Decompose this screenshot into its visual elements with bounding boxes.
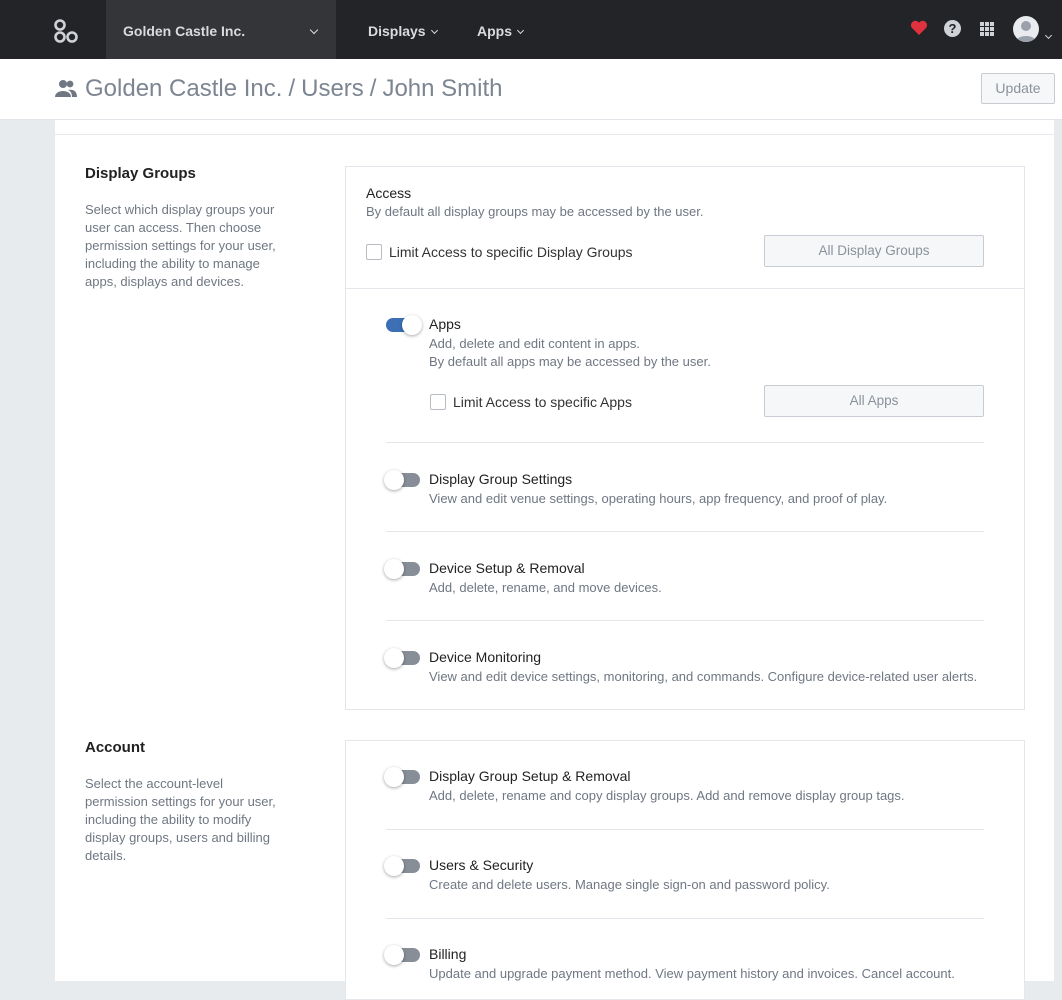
breadcrumb-user-name: John Smith xyxy=(382,75,503,102)
account-card: Display Group Setup & Removal Add, delet… xyxy=(345,740,1025,1000)
access-title: Access xyxy=(366,185,412,201)
permission-users-security: Users & Security Create and delete users… xyxy=(384,856,986,897)
limit-display-groups-checkbox[interactable] xyxy=(366,244,382,260)
permission-title: Display Group Setup & Removal xyxy=(429,768,631,784)
display-groups-description: Select which display groups your user ca… xyxy=(85,202,276,289)
chevron-down-icon xyxy=(309,25,319,35)
divider xyxy=(386,531,984,532)
permission-title: Display Group Settings xyxy=(429,471,573,487)
nav-apps-menu[interactable]: Apps xyxy=(477,23,525,39)
breadcrumb-users[interactable]: Users xyxy=(301,75,364,102)
scrollbar-track[interactable] xyxy=(1054,120,1062,981)
top-navbar: Golden Castle Inc. Displays Apps ? xyxy=(0,0,1062,59)
org-switcher[interactable]: Golden Castle Inc. xyxy=(106,0,336,59)
permission-title: Users & Security xyxy=(429,857,534,873)
permission-apps: Apps Add, delete and edit content in app… xyxy=(386,315,986,417)
help-icon[interactable]: ? xyxy=(944,20,961,37)
permission-device-setup-removal: Device Setup & Removal Add, delete, rena… xyxy=(384,559,986,600)
permission-description-line: By default all apps may be accessed by t… xyxy=(429,354,711,369)
access-description: By default all display groups may be acc… xyxy=(366,204,704,219)
divider xyxy=(386,620,984,621)
apps-toggle[interactable] xyxy=(386,315,422,335)
nav-displays-menu[interactable]: Displays xyxy=(368,23,438,39)
org-switcher-label: Golden Castle Inc. xyxy=(123,23,246,39)
permission-description: Create and delete users. Manage single s… xyxy=(429,877,830,892)
permission-description: Add, delete and edit content in apps. By… xyxy=(429,335,711,371)
nav-displays-label: Displays xyxy=(368,23,426,39)
logo-icon[interactable] xyxy=(0,0,106,59)
page-header: Golden Castle Inc. / Users / John Smith Upda… xyxy=(0,59,1062,120)
permission-display-group-settings: Display Group Settings View and edit ven… xyxy=(384,470,986,511)
heart-icon[interactable] xyxy=(910,20,928,41)
users-icon xyxy=(54,79,78,102)
chevron-down-icon[interactable] xyxy=(1044,25,1053,43)
permission-description: Update and upgrade payment method. View … xyxy=(429,966,955,981)
device-monitoring-toggle[interactable] xyxy=(384,648,420,668)
limit-apps-label[interactable]: Limit Access to specific Apps xyxy=(453,394,632,410)
account-title: Account xyxy=(85,739,145,756)
limit-apps-checkbox[interactable] xyxy=(430,394,446,410)
permission-description-line: Add, delete and edit content in apps. xyxy=(429,336,641,351)
app-grid-icon[interactable] xyxy=(980,22,994,36)
divider xyxy=(386,442,984,443)
all-display-groups-button[interactable]: All Display Groups xyxy=(764,235,984,267)
display-group-settings-toggle[interactable] xyxy=(384,470,420,490)
users-security-toggle[interactable] xyxy=(384,856,420,876)
display-group-setup-removal-toggle[interactable] xyxy=(384,767,420,787)
breadcrumb-separator: / xyxy=(288,75,296,102)
permission-display-group-setup-removal: Display Group Setup & Removal Add, delet… xyxy=(384,767,986,808)
nav-apps-label: Apps xyxy=(477,23,512,39)
billing-toggle[interactable] xyxy=(384,945,420,965)
main-panel: Display Groups Select which display grou… xyxy=(55,120,1054,1000)
permission-description: Add, delete, rename, and move devices. xyxy=(429,580,662,595)
display-groups-title: Display Groups xyxy=(85,165,196,182)
permission-title: Billing xyxy=(429,946,467,962)
breadcrumb: Golden Castle Inc. / Users / John Smith xyxy=(85,75,503,103)
limit-display-groups-label[interactable]: Limit Access to specific Display Groups xyxy=(389,244,633,260)
permission-device-monitoring: Device Monitoring View and edit device s… xyxy=(384,648,986,689)
permission-description: View and edit device settings, monitorin… xyxy=(429,669,978,684)
all-apps-button[interactable]: All Apps xyxy=(764,385,984,417)
divider xyxy=(386,829,984,830)
permission-title: Device Monitoring xyxy=(429,649,542,665)
permission-description: Add, delete, rename and copy display gro… xyxy=(429,788,905,803)
update-button[interactable]: Update xyxy=(981,73,1055,104)
permission-billing: Billing Update and upgrade payment metho… xyxy=(384,945,986,986)
display-groups-card: Access By default all display groups may… xyxy=(345,166,1025,710)
breadcrumb-org[interactable]: Golden Castle Inc. xyxy=(85,75,282,102)
avatar[interactable] xyxy=(1013,16,1039,42)
account-description: Select the account-level permission sett… xyxy=(85,776,276,863)
permission-title: Apps xyxy=(429,316,461,332)
breadcrumb-separator: / xyxy=(369,75,377,102)
divider xyxy=(55,134,1054,135)
chevron-down-icon xyxy=(430,26,438,35)
permission-title: Device Setup & Removal xyxy=(429,560,585,576)
divider xyxy=(346,288,1024,289)
device-setup-removal-toggle[interactable] xyxy=(384,559,420,579)
divider xyxy=(386,918,984,919)
chevron-down-icon xyxy=(516,26,525,35)
permission-description: View and edit venue settings, operating … xyxy=(429,491,888,506)
